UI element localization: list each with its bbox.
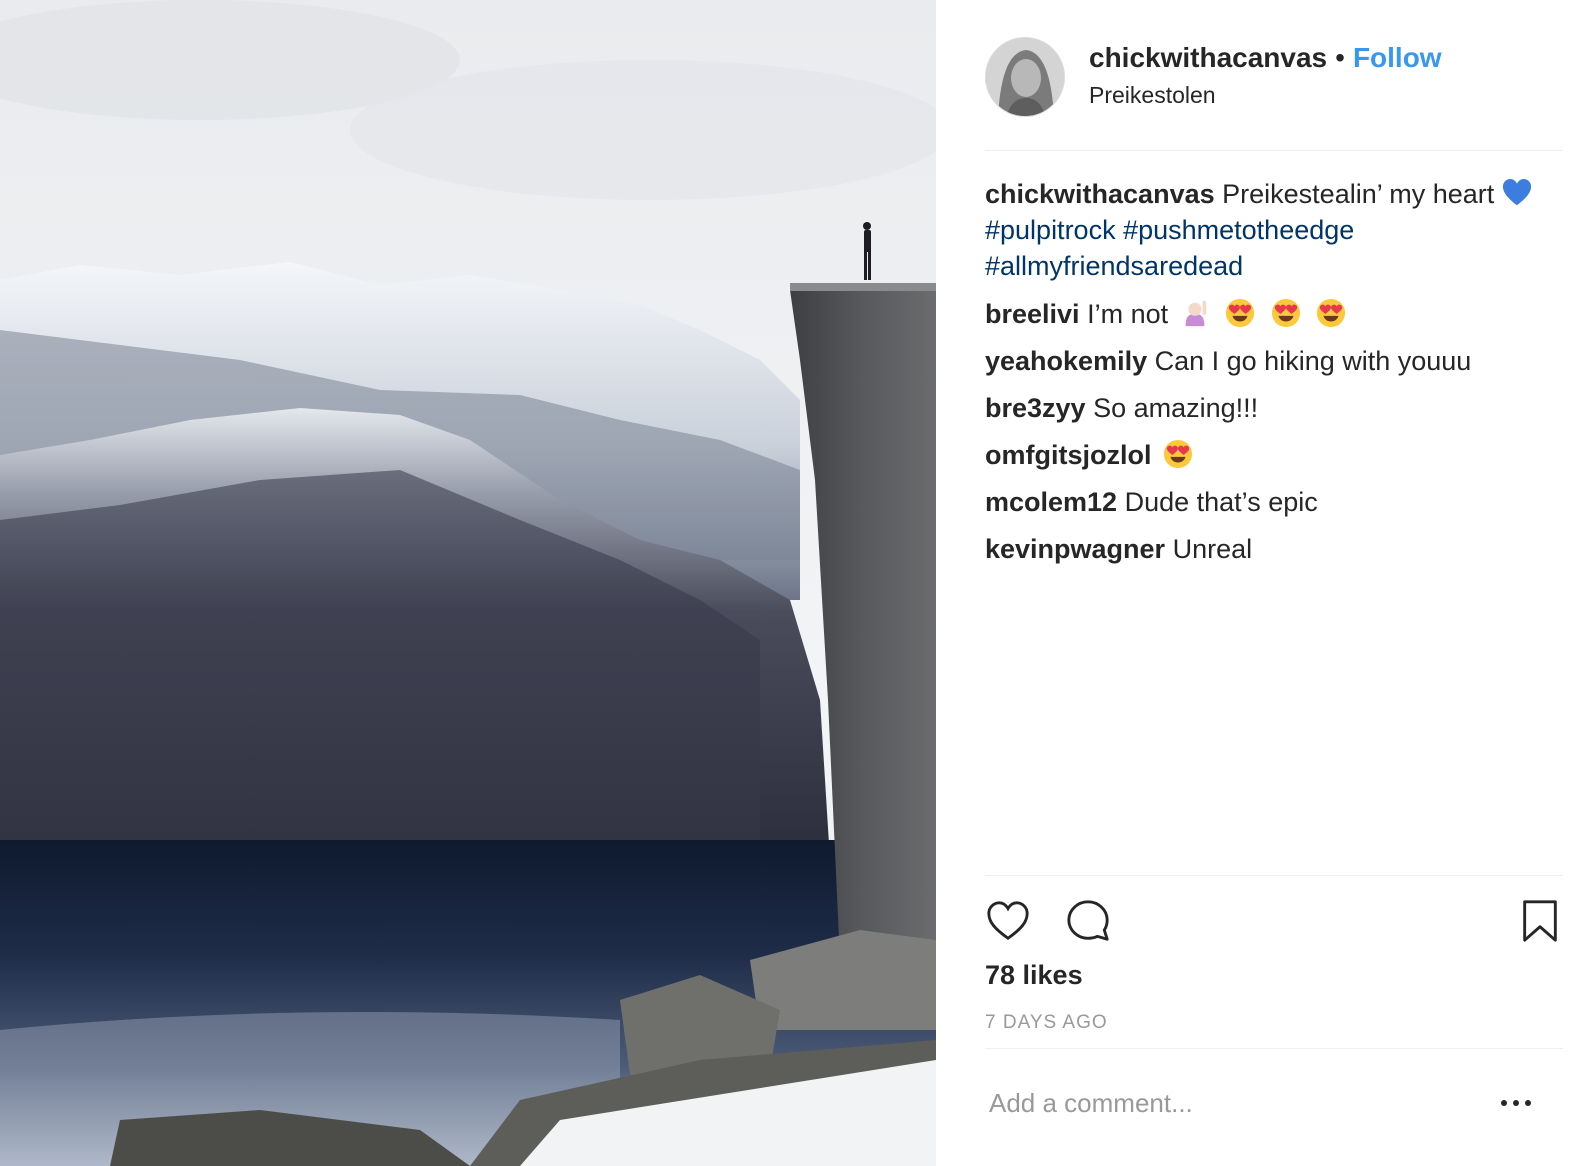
comment-button[interactable] <box>1065 898 1111 944</box>
heart-outline-icon <box>987 901 1029 941</box>
user-portrait-icon <box>986 38 1064 116</box>
comment-username[interactable]: omfgitsjozlol <box>985 440 1151 470</box>
like-button[interactable] <box>985 898 1031 944</box>
post-photo[interactable] <box>0 0 936 1166</box>
hashtag-link[interactable]: #allmyfriendsaredead <box>985 251 1243 281</box>
post-caption: chickwithacanvas Preikestealin’ my heart… <box>985 176 1563 284</box>
heart-eyes-emoji-icon <box>1163 439 1193 469</box>
header-divider <box>985 150 1563 151</box>
comment-username[interactable]: mcolem12 <box>985 487 1117 517</box>
woman-raising-hand-icon <box>1185 300 1206 327</box>
heart-eyes-emoji-icon <box>1226 298 1255 328</box>
blue-heart-icon <box>1502 178 1531 206</box>
comment-username[interactable]: breelivi <box>985 299 1080 329</box>
landscape-photo-icon <box>0 0 936 1166</box>
comment-item: omfgitsjozlol <box>985 437 1563 473</box>
post-actions <box>985 898 1563 944</box>
speech-bubble-icon <box>1067 900 1109 941</box>
avatar[interactable] <box>985 37 1065 117</box>
comment-item: breelivi I’m not <box>985 296 1563 332</box>
comment-text: I’m not <box>1087 299 1169 329</box>
heart-eyes-emoji-icon <box>1317 298 1346 328</box>
comment-username[interactable]: yeahokemily <box>985 346 1147 376</box>
heart-eyes-emoji-icon <box>1271 298 1300 328</box>
hashtag-link[interactable]: #pushmetotheedge <box>1123 215 1354 245</box>
caption-text: Preikestealin’ my heart <box>1222 179 1495 209</box>
comment-text: Dude that’s epic <box>1124 487 1318 517</box>
comment-box-divider <box>985 1048 1563 1049</box>
post-side-panel: chickwithacanvas • Follow Preikestolen chi… <box>936 0 1596 1166</box>
comment-username[interactable]: kevinpwagner <box>985 534 1165 564</box>
comment-text: Can I go hiking with youuu <box>1154 346 1472 376</box>
post-header: chickwithacanvas • Follow Preikestolen <box>985 37 1563 117</box>
follow-button[interactable]: Follow <box>1353 42 1442 73</box>
header-user-line: chickwithacanvas • Follow <box>1089 41 1442 75</box>
username-link[interactable]: chickwithacanvas <box>1089 42 1327 73</box>
comment-text: Unreal <box>1172 534 1253 564</box>
comment-username[interactable]: bre3zyy <box>985 393 1086 423</box>
hashtag-link[interactable]: #pulpitrock <box>985 215 1116 245</box>
save-button[interactable] <box>1517 898 1563 944</box>
actions-divider <box>985 875 1563 876</box>
separator-dot: • <box>1335 42 1345 73</box>
bookmark-icon <box>1523 900 1557 942</box>
ellipsis-icon <box>1501 1100 1531 1106</box>
comment-item: kevinpwagner Unreal <box>985 531 1563 567</box>
comment-item: yeahokemily Can I go hiking with youuu <box>985 343 1563 379</box>
caption-username[interactable]: chickwithacanvas <box>985 179 1215 209</box>
add-comment-input[interactable] <box>985 1080 1509 1126</box>
likes-count[interactable]: 78 likes <box>985 960 1083 991</box>
comment-item: mcolem12 Dude that’s epic <box>985 484 1563 520</box>
location-link[interactable]: Preikestolen <box>1089 82 1216 109</box>
more-options-button[interactable] <box>1496 1090 1536 1116</box>
comment-text: So amazing!!! <box>1093 393 1259 423</box>
comment-item: bre3zyy So amazing!!! <box>985 390 1563 426</box>
comment-list: chickwithacanvas Preikestealin’ my heart… <box>985 176 1563 578</box>
post-timestamp[interactable]: 7 DAYS AGO <box>985 1012 1108 1034</box>
